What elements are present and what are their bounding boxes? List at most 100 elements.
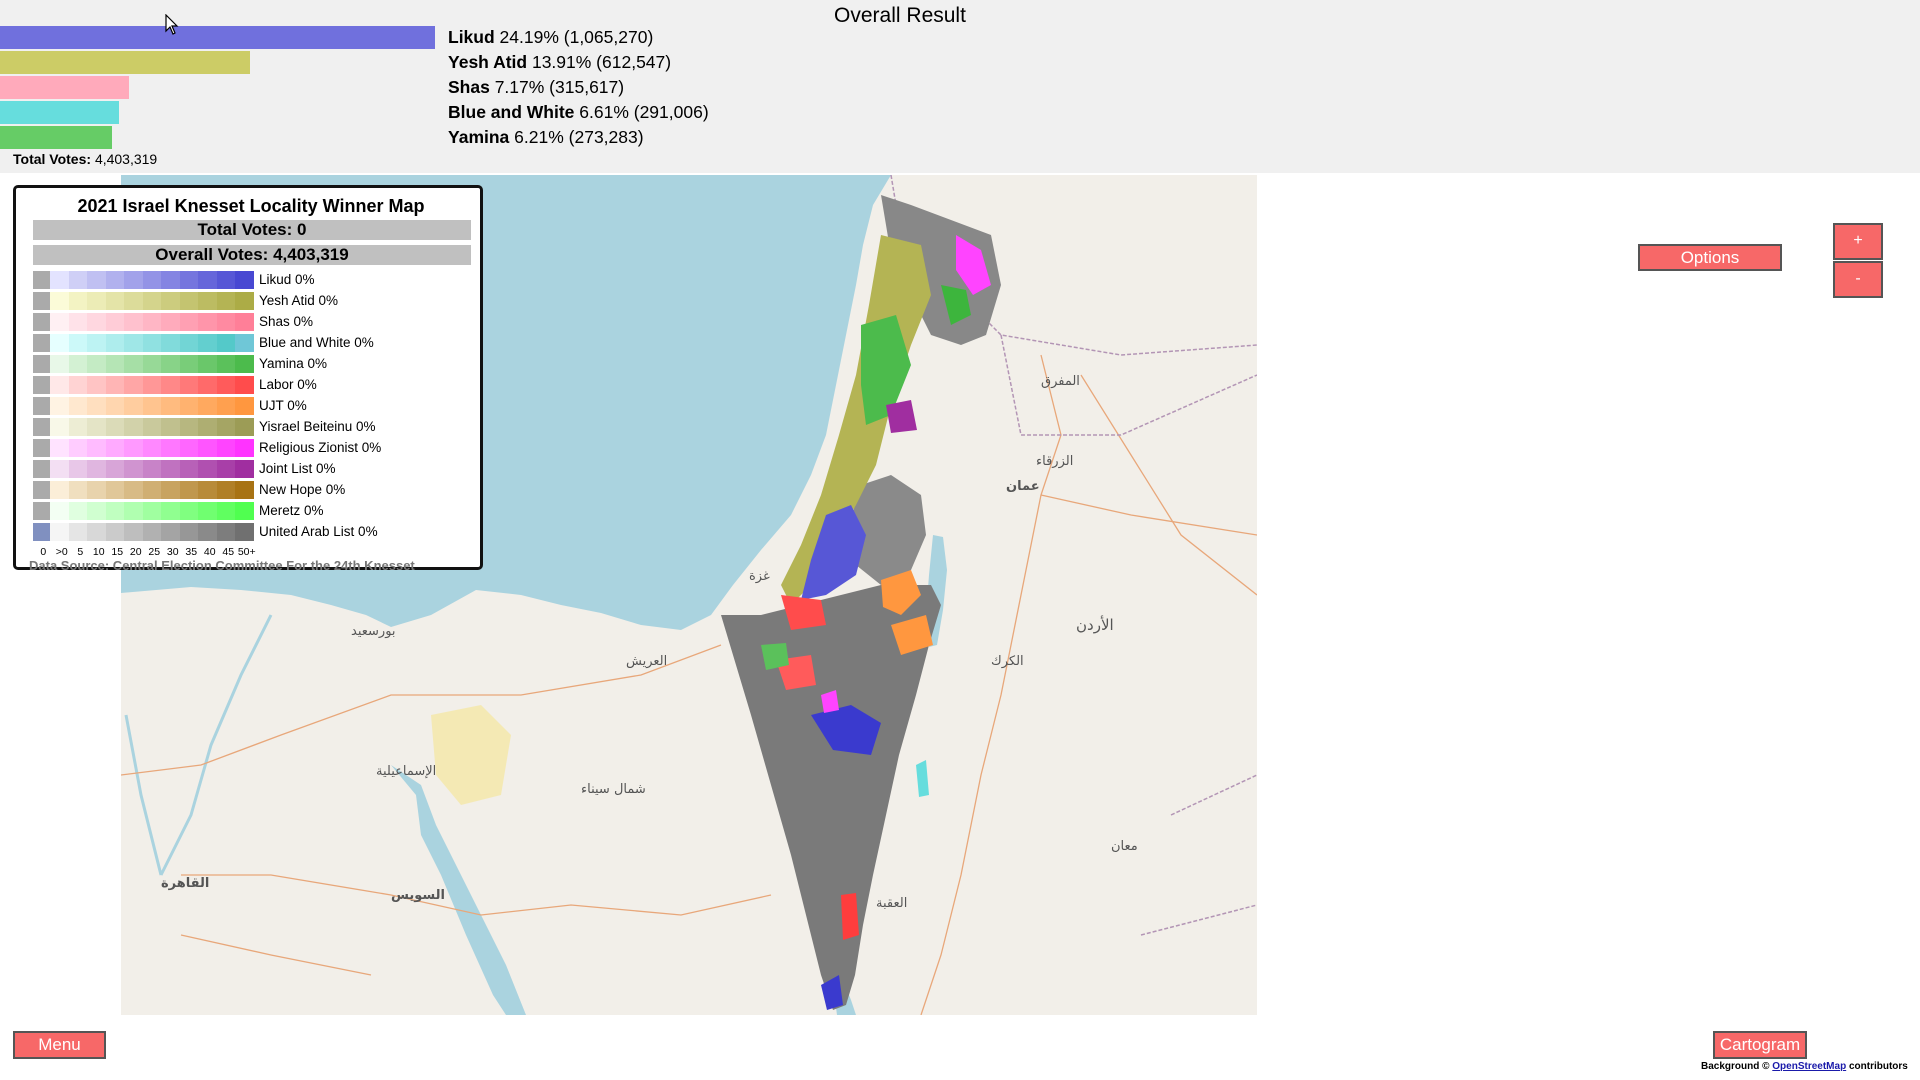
legend-color-ramp (50, 439, 255, 457)
legend-ramp-swatch (198, 292, 217, 310)
legend-ramp-swatch (216, 376, 236, 394)
legend-ramp-swatch (198, 313, 217, 331)
legend-scale-tick: 30 (166, 546, 179, 558)
legend-color-ramp (50, 481, 255, 499)
legend-party-label: United Arab List 0% (259, 524, 378, 539)
legend-ramp-swatch (50, 481, 69, 499)
legend-color-ramp (50, 376, 255, 394)
legend-ramp-swatch (68, 292, 88, 310)
legend-ramp-swatch (105, 460, 125, 478)
legend-ramp-swatch (198, 439, 217, 457)
legend-ramp-swatch (87, 397, 106, 415)
legend-ramp-swatch (179, 355, 199, 373)
legend-ramp-swatch (124, 334, 143, 352)
legend-ramp-swatch (142, 334, 162, 352)
legend-ramp-swatch (161, 334, 180, 352)
legend-ramp-swatch (87, 271, 106, 289)
legend-ramp-swatch (68, 460, 88, 478)
legend-ramp-swatch (198, 355, 217, 373)
legend-ramp-swatch (216, 481, 236, 499)
legend-ramp-swatch (198, 376, 217, 394)
options-button[interactable]: Options (1638, 244, 1782, 271)
legend-ramp-swatch (216, 439, 236, 457)
legend-ramp-swatch (142, 355, 162, 373)
legend-ramp-swatch (105, 502, 125, 520)
legend-scale-tick: 35 (185, 546, 198, 558)
legend-color-ramp (50, 271, 255, 289)
legend-ramp-swatch (105, 355, 125, 373)
legend-ramp-swatch (68, 418, 88, 436)
legend-ramp-swatch (142, 502, 162, 520)
legend-ramp-swatch (87, 376, 106, 394)
legend-color-ramp (50, 502, 255, 520)
openstreetmap-link[interactable]: OpenStreetMap (1772, 1061, 1846, 1072)
map-label-north-sinai: شمال سيناء (581, 782, 646, 797)
legend-party-label: Likud 0% (259, 272, 315, 287)
legend-ramp-swatch (179, 292, 199, 310)
legend-ramp-swatch (124, 271, 143, 289)
legend-ramp-swatch (124, 460, 143, 478)
legend-ramp-swatch (105, 292, 125, 310)
legend-ramp-swatch (87, 502, 106, 520)
legend-ramp-swatch (50, 397, 69, 415)
legend-ramp-swatch (68, 355, 88, 373)
zoom-in-button[interactable]: + (1833, 223, 1883, 260)
map-label-ismailia: الإسماعيلية (376, 764, 436, 779)
legend-ramp-swatch (179, 271, 199, 289)
map-label-jordan: الأردن (1076, 615, 1114, 634)
legend-ramp-swatch (68, 439, 88, 457)
legend-ramp-swatch (105, 313, 125, 331)
legend-ramp-swatch (124, 376, 143, 394)
legend-ramp-swatch (161, 460, 180, 478)
legend-ramp-swatch (142, 376, 162, 394)
legend-zero-swatch (33, 523, 50, 541)
party-name: Yesh Atid (448, 52, 528, 72)
legend-ramp-swatch (124, 418, 143, 436)
cartogram-button[interactable]: Cartogram (1713, 1031, 1807, 1059)
result-label-yamina: Yamina 6.21% (273,283) (448, 127, 644, 148)
legend-ramp-swatch (87, 523, 106, 541)
legend-scale-tick: 15 (111, 546, 124, 558)
legend-ramp-swatch (105, 271, 125, 289)
legend-party-label: Labor 0% (259, 377, 317, 392)
legend-ramp-swatch (87, 313, 106, 331)
legend-ramp-swatch (198, 418, 217, 436)
legend-ramp-swatch (105, 523, 125, 541)
legend-party-label: Yesh Atid 0% (259, 293, 339, 308)
zoom-out-button[interactable]: - (1833, 261, 1883, 298)
map-label-maan: معان (1111, 839, 1138, 854)
party-stats: 13.91% (612,547) (531, 52, 672, 72)
legend-ramp-swatch (216, 397, 236, 415)
legend-party-label: Meretz 0% (259, 503, 324, 518)
legend-color-ramp (50, 292, 255, 310)
legend-ramp-swatch (124, 481, 143, 499)
legend-ramp-swatch (142, 523, 162, 541)
legend-ramp-swatch (179, 334, 199, 352)
result-label-yesh-atid: Yesh Atid 13.91% (612,547) (448, 52, 671, 73)
legend-ramp-swatch (216, 271, 236, 289)
legend-ramp-swatch (198, 502, 217, 520)
legend-party-label: UJT 0% (259, 398, 307, 413)
legend-color-ramp (50, 334, 255, 352)
legend-ramp-swatch (161, 502, 180, 520)
legend-ramp-swatch (161, 376, 180, 394)
legend-scale-tick: >0 (55, 546, 68, 558)
legend-ramp-swatch (142, 292, 162, 310)
legend-zero-swatch (33, 418, 50, 436)
map-attribution: Background © OpenStreetMap contributors (1701, 1061, 1908, 1072)
legend-ramp-swatch (105, 481, 125, 499)
legend-scale: 0 >0 5 10 15 20 25 30 35 40 45 50+ (34, 546, 256, 558)
legend-ramp-swatch (216, 313, 236, 331)
legend-ramp-swatch (161, 439, 180, 457)
legend-ramp-swatch (161, 418, 180, 436)
menu-button[interactable]: Menu (13, 1031, 106, 1059)
legend-ramp-swatch (216, 292, 236, 310)
total-votes-label: Total Votes: (13, 151, 92, 167)
legend-ramp-swatch (161, 292, 180, 310)
legend-ramp-swatch (161, 523, 180, 541)
party-name: Likud (448, 27, 495, 47)
legend-ramp-swatch (198, 523, 217, 541)
attribution-suffix: contributors (1848, 1061, 1908, 1072)
map-label-zarqa: الزرقاء (1036, 454, 1073, 469)
legend-zero-swatch (33, 460, 50, 478)
